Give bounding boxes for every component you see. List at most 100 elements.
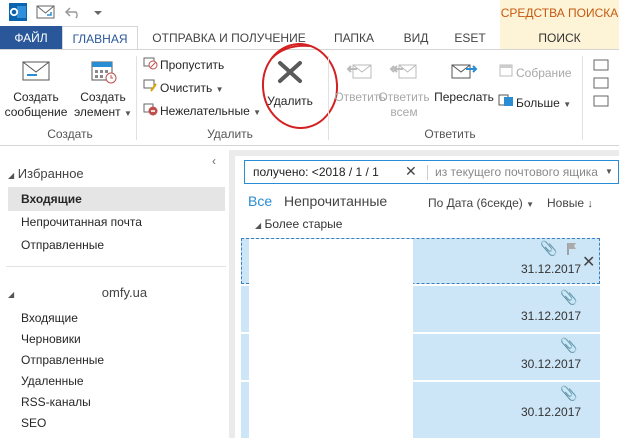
folder-rss[interactable]: RSS-каналы (21, 395, 91, 409)
message-redacted-sender (249, 334, 413, 382)
message-date: 31.12.2017 (521, 309, 582, 323)
ribbon: Создать сообщение Создать элемент ▼ Созд… (0, 43, 619, 146)
search-tools-contextual-header: СРЕДСТВА ПОИСКА (500, 0, 619, 26)
more-button[interactable]: Больше ▼ (498, 92, 571, 114)
more-label: Больше (516, 96, 560, 110)
attachment-icon: 📎 (560, 337, 578, 353)
message-redacted-sender (249, 284, 413, 334)
filter-unread[interactable]: Непрочитанные (284, 193, 387, 209)
message-redacted-sender (249, 382, 413, 438)
group-header-older[interactable]: ◢ Более старые (255, 217, 342, 231)
delete-message-icon[interactable]: ✕ (582, 252, 595, 272)
tab-view[interactable]: ВИД (392, 26, 440, 50)
quick-steps-icon[interactable] (592, 58, 612, 121)
folder-inbox-favorite[interactable]: Входящие (21, 192, 82, 206)
chevron-down-icon: ▼ (526, 200, 535, 209)
group-header-label: Более старые (264, 217, 343, 231)
collapse-triangle-icon: ◢ (8, 290, 15, 299)
tab-search[interactable]: ПОИСК (500, 26, 619, 50)
ribbon-separator (136, 56, 137, 140)
new-items-label-1: Создать (80, 90, 126, 104)
reply-all-button[interactable]: Ответить всем (376, 56, 432, 120)
send-receive-all-icon[interactable] (36, 2, 56, 25)
chevron-down-icon: ▼ (563, 100, 572, 109)
tab-file[interactable]: ФАЙЛ (0, 26, 62, 50)
folder-deleted[interactable]: Удаленные (21, 374, 84, 388)
favorites-header[interactable]: ◢ Избранное (8, 166, 84, 181)
account-name: omfy.ua (101, 285, 148, 300)
folder-seo[interactable]: SEO (21, 416, 46, 430)
group-label-respond: Ответить (424, 127, 476, 141)
clear-x-icon[interactable]: ✕ (405, 163, 417, 180)
new-message-button[interactable]: Создать сообщение (4, 56, 68, 120)
nav-divider (6, 266, 226, 267)
filter-all[interactable]: Все (248, 193, 272, 209)
collapse-pane-icon[interactable]: ‹ (212, 154, 216, 168)
qat-customize-icon[interactable] (93, 6, 103, 20)
attachment-icon: 📎 (560, 385, 578, 401)
attachment-icon: 📎 (540, 240, 558, 256)
search-scope-divider (427, 165, 428, 180)
sort-order-label: Новые (547, 196, 585, 210)
attachment-icon: 📎 (560, 289, 578, 305)
tab-eset[interactable]: ESET (446, 26, 494, 50)
message-date: 31.12.2017 (521, 262, 582, 276)
search-query[interactable]: получено: <2018 / 1 / 1 (253, 165, 379, 179)
message-redacted-sender (249, 239, 413, 284)
sort-by-date[interactable]: По Дата (6секде) ▼ (428, 196, 534, 210)
folder-drafts[interactable]: Черновики (21, 332, 81, 346)
collapse-triangle-icon: ◢ (8, 171, 15, 180)
folder-unread[interactable]: Непрочитанная почта (21, 215, 142, 229)
forward-label: Переслать (434, 90, 494, 104)
new-items-label-2: элемент (74, 105, 121, 119)
favorites-label: Избранное (17, 166, 84, 181)
sort-label: По Дата (6секде) (428, 196, 523, 210)
flag-icon[interactable] (566, 242, 578, 259)
more-icon (498, 92, 516, 115)
ribbon-separator (328, 56, 329, 140)
account-redacted (17, 285, 102, 302)
folder-sent[interactable]: Отправленные (21, 353, 104, 367)
group-label-delete: Удалить (207, 127, 253, 141)
search-scope[interactable]: из текущего почтового ящика (435, 165, 598, 179)
reply-all-label-2: всем (390, 105, 418, 119)
clean-up-icon (142, 77, 160, 100)
folder-sent-favorite[interactable]: Отправленные (21, 238, 104, 252)
ignore-label: Пропустить (160, 58, 225, 72)
meeting-icon (498, 62, 516, 85)
junk-label: Нежелательные (160, 104, 250, 118)
arrow-down-icon: ↓ (587, 198, 593, 210)
clean-up-button[interactable]: Очистить ▼ (142, 77, 224, 99)
new-email-icon (4, 56, 68, 90)
tab-home[interactable]: ГЛАВНАЯ (62, 26, 138, 51)
clean-up-label: Очистить (160, 81, 213, 95)
sort-order[interactable]: Новые ↓ (547, 196, 593, 210)
forward-icon (432, 56, 496, 90)
reply-all-label-1: Ответить (378, 90, 430, 104)
red-highlight-circle (261, 43, 339, 129)
outlook-icon[interactable] (8, 2, 28, 25)
meeting-button[interactable]: Собрание (498, 62, 572, 84)
chevron-down-icon: ▼ (215, 85, 224, 94)
new-items-button[interactable]: Создать элемент ▼ (72, 56, 134, 121)
reply-all-icon (376, 56, 432, 90)
ignore-button[interactable]: Пропустить (142, 54, 224, 76)
chevron-down-icon: ▼ (124, 109, 132, 118)
title-bar: СРЕДСТВА ПОИСКА (0, 0, 619, 26)
search-box[interactable]: получено: <2018 / 1 / 1 ✕ из текущего по… (244, 160, 619, 184)
message-date: 30.12.2017 (521, 405, 582, 419)
meeting-label: Собрание (516, 66, 572, 80)
account-header[interactable]: ◢ omfy.ua (8, 285, 147, 302)
undo-icon[interactable] (64, 2, 84, 25)
new-message-label-2: сообщение (4, 105, 68, 119)
ignore-icon (142, 54, 160, 77)
collapse-triangle-icon: ◢ (255, 221, 262, 230)
junk-icon (142, 100, 160, 123)
folder-inbox[interactable]: Входящие (21, 311, 78, 325)
message-date: 30.12.2017 (521, 357, 582, 371)
group-label-new: Создать (47, 127, 93, 141)
junk-button[interactable]: Нежелательные ▼ (142, 100, 261, 122)
chevron-down-icon[interactable]: ▼ (605, 167, 613, 176)
ribbon-separator (582, 56, 583, 140)
forward-button[interactable]: Переслать (432, 56, 496, 105)
